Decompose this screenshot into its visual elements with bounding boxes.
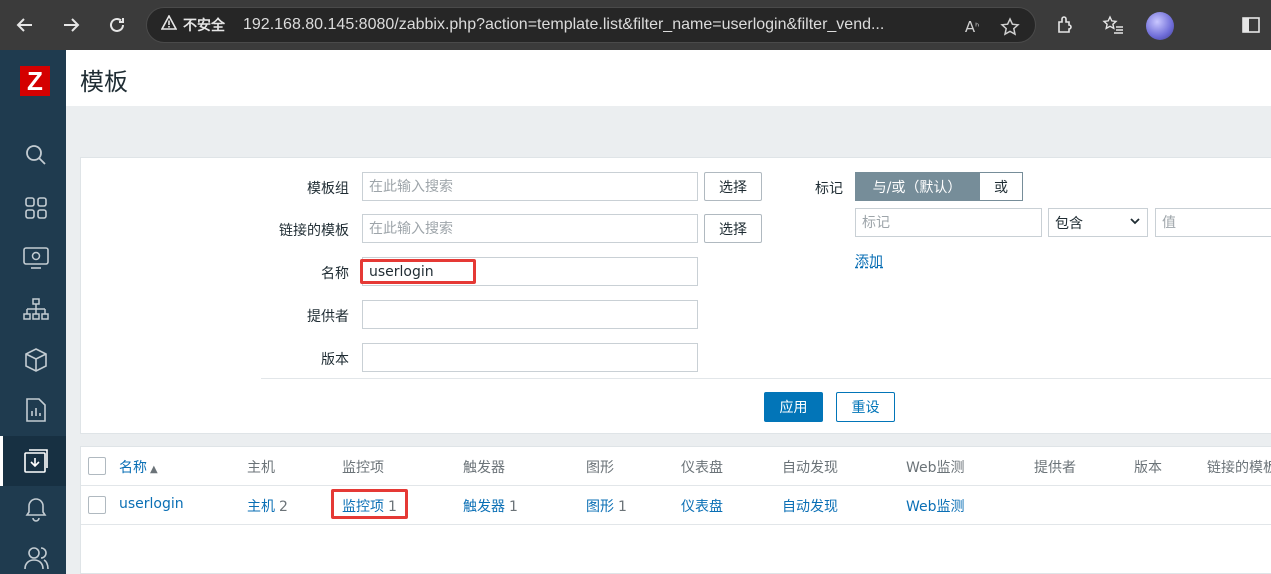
filter-divider (261, 378, 1271, 379)
filter-panel: 模板组 选择 链接的模板 选择 名称 提供者 版本 标记 与/或（默认） 或 包… (80, 157, 1271, 434)
linked-templates-select-button[interactable]: 选择 (704, 214, 762, 243)
dashboard-icon[interactable] (20, 192, 52, 224)
row-checkbox[interactable] (88, 496, 106, 514)
apply-button[interactable]: 应用 (764, 392, 823, 422)
data-collection-icon[interactable] (20, 445, 52, 477)
users-icon[interactable] (20, 542, 52, 574)
warning-icon (160, 14, 178, 35)
triggers-link[interactable]: 触发器 1 (463, 496, 518, 516)
column-header-web: Web监测 (906, 460, 965, 476)
column-header-dashboards: 仪表盘 (681, 460, 723, 476)
security-label: 不安全 (183, 18, 225, 34)
tag-value-input[interactable] (1155, 208, 1271, 237)
add-tag-link[interactable]: 添加 (855, 251, 883, 271)
sort-ascending-icon: ▲ (150, 464, 158, 475)
column-header-linked-templates: 链接的模板 (1207, 460, 1271, 476)
column-header-name-label: 名称 (119, 460, 147, 476)
sidebar-toggle-icon[interactable] (1236, 10, 1266, 40)
monitoring-icon[interactable] (20, 242, 52, 274)
version-input[interactable] (362, 343, 698, 372)
read-aloud-icon[interactable]: Aʰ (961, 16, 983, 38)
reports-icon[interactable] (20, 394, 52, 426)
templates-table: 名称 ▲ 主机 监控项 触发器 图形 仪表盘 自动发现 Web监测 提供者 版本 … (80, 446, 1271, 574)
vendor-input[interactable] (362, 300, 698, 329)
zabbix-logo[interactable]: Z (20, 66, 50, 96)
url-text[interactable]: 192.168.80.145:8080/zabbix.php?action=te… (243, 16, 943, 34)
vendor-label: 提供者 (307, 309, 349, 325)
address-bar[interactable]: 不安全 192.168.80.145:8080/zabbix.php?actio… (146, 7, 1036, 43)
security-indicator[interactable]: 不安全 (160, 14, 225, 35)
reset-button[interactable]: 重设 (836, 392, 895, 422)
zabbix-sidebar: Z (0, 50, 66, 574)
template-group-input[interactable] (362, 172, 698, 201)
back-icon[interactable] (10, 10, 40, 40)
name-highlight (360, 259, 476, 284)
tag-name-input[interactable] (855, 208, 1042, 237)
tags-and-or-option[interactable]: 与/或（默认） (855, 172, 979, 201)
column-header-vendor: 提供者 (1034, 460, 1076, 476)
graphs-link[interactable]: 图形 1 (586, 496, 627, 516)
page-header: 模板 (66, 50, 1271, 106)
column-header-items: 监控项 (342, 460, 384, 476)
version-label: 版本 (321, 352, 349, 368)
linked-templates-label: 链接的模板 (279, 223, 349, 239)
page-title: 模板 (80, 68, 128, 96)
column-header-discovery: 自动发现 (782, 460, 838, 476)
name-label: 名称 (321, 266, 349, 282)
tags-label: 标记 (815, 181, 843, 197)
discovery-link[interactable]: 自动发现 (782, 496, 838, 516)
reload-icon[interactable] (102, 10, 132, 40)
inventory-icon[interactable] (20, 344, 52, 376)
favorite-star-icon[interactable] (999, 16, 1021, 38)
template-group-label: 模板组 (307, 181, 349, 197)
header-divider (81, 485, 1271, 486)
forward-icon[interactable] (56, 10, 86, 40)
web-link[interactable]: Web监测 (906, 496, 965, 516)
alerts-icon[interactable] (20, 493, 52, 525)
services-icon[interactable] (20, 294, 52, 326)
template-name-link[interactable]: userlogin (119, 496, 184, 512)
chevron-down-icon (1129, 215, 1141, 231)
favorites-list-icon[interactable] (1098, 10, 1128, 40)
tags-evaltype-toggle: 与/或（默认） 或 (855, 172, 1023, 201)
column-header-version: 版本 (1134, 460, 1162, 476)
items-highlight (331, 489, 408, 519)
column-header-hosts: 主机 (247, 460, 275, 476)
search-icon[interactable] (20, 139, 52, 171)
tags-or-option[interactable]: 或 (979, 172, 1023, 201)
dashboards-link[interactable]: 仪表盘 (681, 496, 723, 516)
profile-avatar[interactable] (1146, 12, 1174, 40)
hosts-link[interactable]: 主机 2 (247, 496, 288, 516)
select-all-checkbox[interactable] (88, 457, 106, 475)
tag-operator-value: 包含 (1055, 215, 1083, 232)
row-divider (81, 524, 1271, 525)
column-header-triggers: 触发器 (463, 460, 505, 476)
column-header-name[interactable]: 名称 ▲ (119, 457, 158, 477)
browser-toolbar: 不安全 192.168.80.145:8080/zabbix.php?actio… (0, 0, 1271, 50)
linked-templates-input[interactable] (362, 214, 698, 243)
extensions-icon[interactable] (1050, 10, 1080, 40)
tag-operator-select[interactable]: 包含 (1048, 208, 1148, 237)
column-header-graphs: 图形 (586, 460, 614, 476)
